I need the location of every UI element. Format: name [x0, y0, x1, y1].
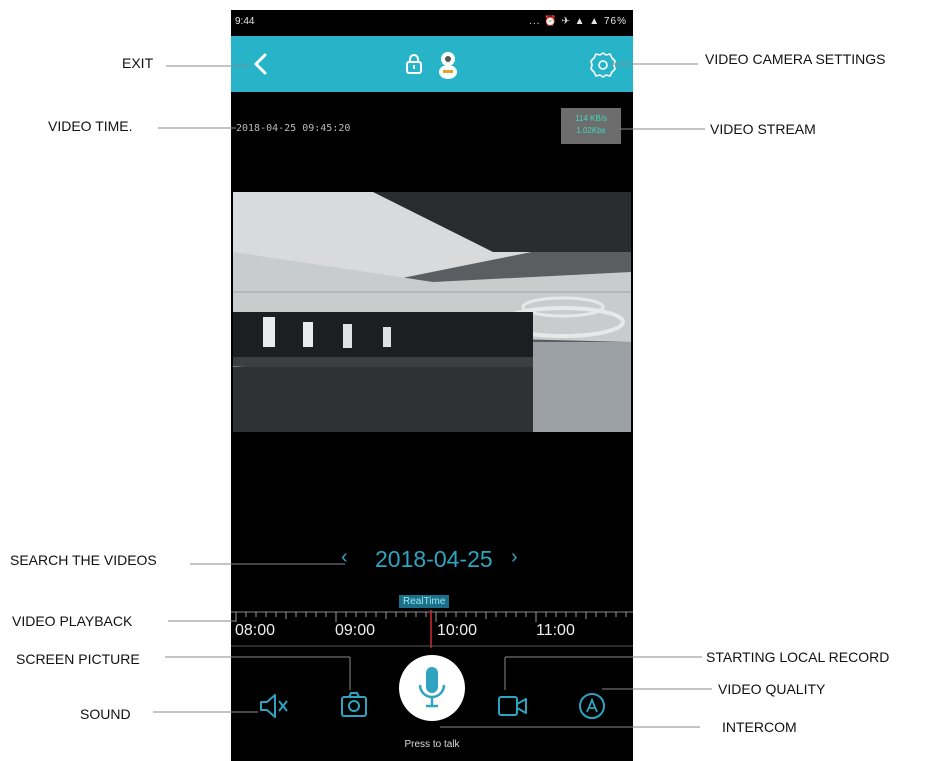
annotation-exit: EXIT: [122, 55, 154, 71]
phone-screen: 9:44 ... ⏰ ✈ ▲ ▲ 76% 2018-04-25 09:45:20…: [231, 10, 633, 761]
live-video-feed[interactable]: [232, 192, 632, 432]
status-icons: ... ⏰ ✈ ▲ ▲ 76%: [529, 16, 627, 27]
timeline-tick-label: 08:00: [235, 622, 276, 639]
annotation-intercom: INTERCOM: [722, 719, 797, 735]
status-time: 9:44: [235, 16, 255, 27]
next-day-button[interactable]: ›: [511, 546, 518, 569]
annotation-starting-local-record: STARTING LOCAL RECORD: [706, 649, 890, 665]
annotation-video-camera-settings: VIDEO CAMERA SETTINGS: [705, 51, 886, 67]
annotation-search-videos: SEARCH THE VIDEOS: [10, 552, 157, 568]
timeline-labels: 08:00 09:00 10:00 11:00: [231, 622, 633, 642]
video-timestamp: 2018-04-25 09:45:20: [236, 123, 351, 134]
stream-rate-1: 114 KB/s: [575, 114, 607, 123]
previous-day-button[interactable]: ‹: [341, 546, 348, 569]
camera-avatar-icon: [435, 50, 461, 80]
chevron-left-icon[interactable]: [249, 50, 273, 78]
gear-icon[interactable]: [588, 50, 618, 80]
stream-rate-2: 1.02Kbs: [576, 126, 606, 135]
camera-icon[interactable]: [339, 690, 369, 720]
speaker-muted-icon[interactable]: [257, 692, 291, 720]
annotation-video-quality: VIDEO QUALITY: [718, 681, 826, 697]
timeline-tick-label: 10:00: [437, 622, 478, 639]
status-bar: 9:44 ... ⏰ ✈ ▲ ▲ 76%: [231, 10, 633, 36]
video-record-icon[interactable]: [497, 694, 529, 718]
press-to-talk-button[interactable]: [399, 655, 465, 721]
annotation-video-playback: VIDEO PLAYBACK: [12, 613, 133, 629]
lock-icon: [405, 54, 423, 74]
realtime-badge[interactable]: RealTime: [399, 595, 450, 608]
annotation-video-stream: VIDEO STREAM: [710, 121, 816, 137]
timeline-tick-label: 11:00: [536, 622, 575, 639]
app-bar: [231, 36, 633, 92]
video-stream-indicator[interactable]: 114 KB/s 1.02Kbs: [561, 108, 621, 144]
selected-date[interactable]: 2018-04-25: [375, 546, 493, 573]
annotation-sound: SOUND: [80, 706, 131, 722]
timeline-tick-label: 09:00: [335, 622, 376, 639]
press-to-talk-label: Press to talk: [404, 739, 460, 750]
microphone-icon: [416, 665, 448, 711]
annotation-screen-picture: SCREEN PICTURE: [16, 651, 140, 667]
annotation-video-time: VIDEO TIME.: [48, 118, 133, 134]
date-navigator: ‹ 2018-04-25 ›: [341, 546, 531, 576]
quality-a-icon[interactable]: [577, 691, 607, 721]
